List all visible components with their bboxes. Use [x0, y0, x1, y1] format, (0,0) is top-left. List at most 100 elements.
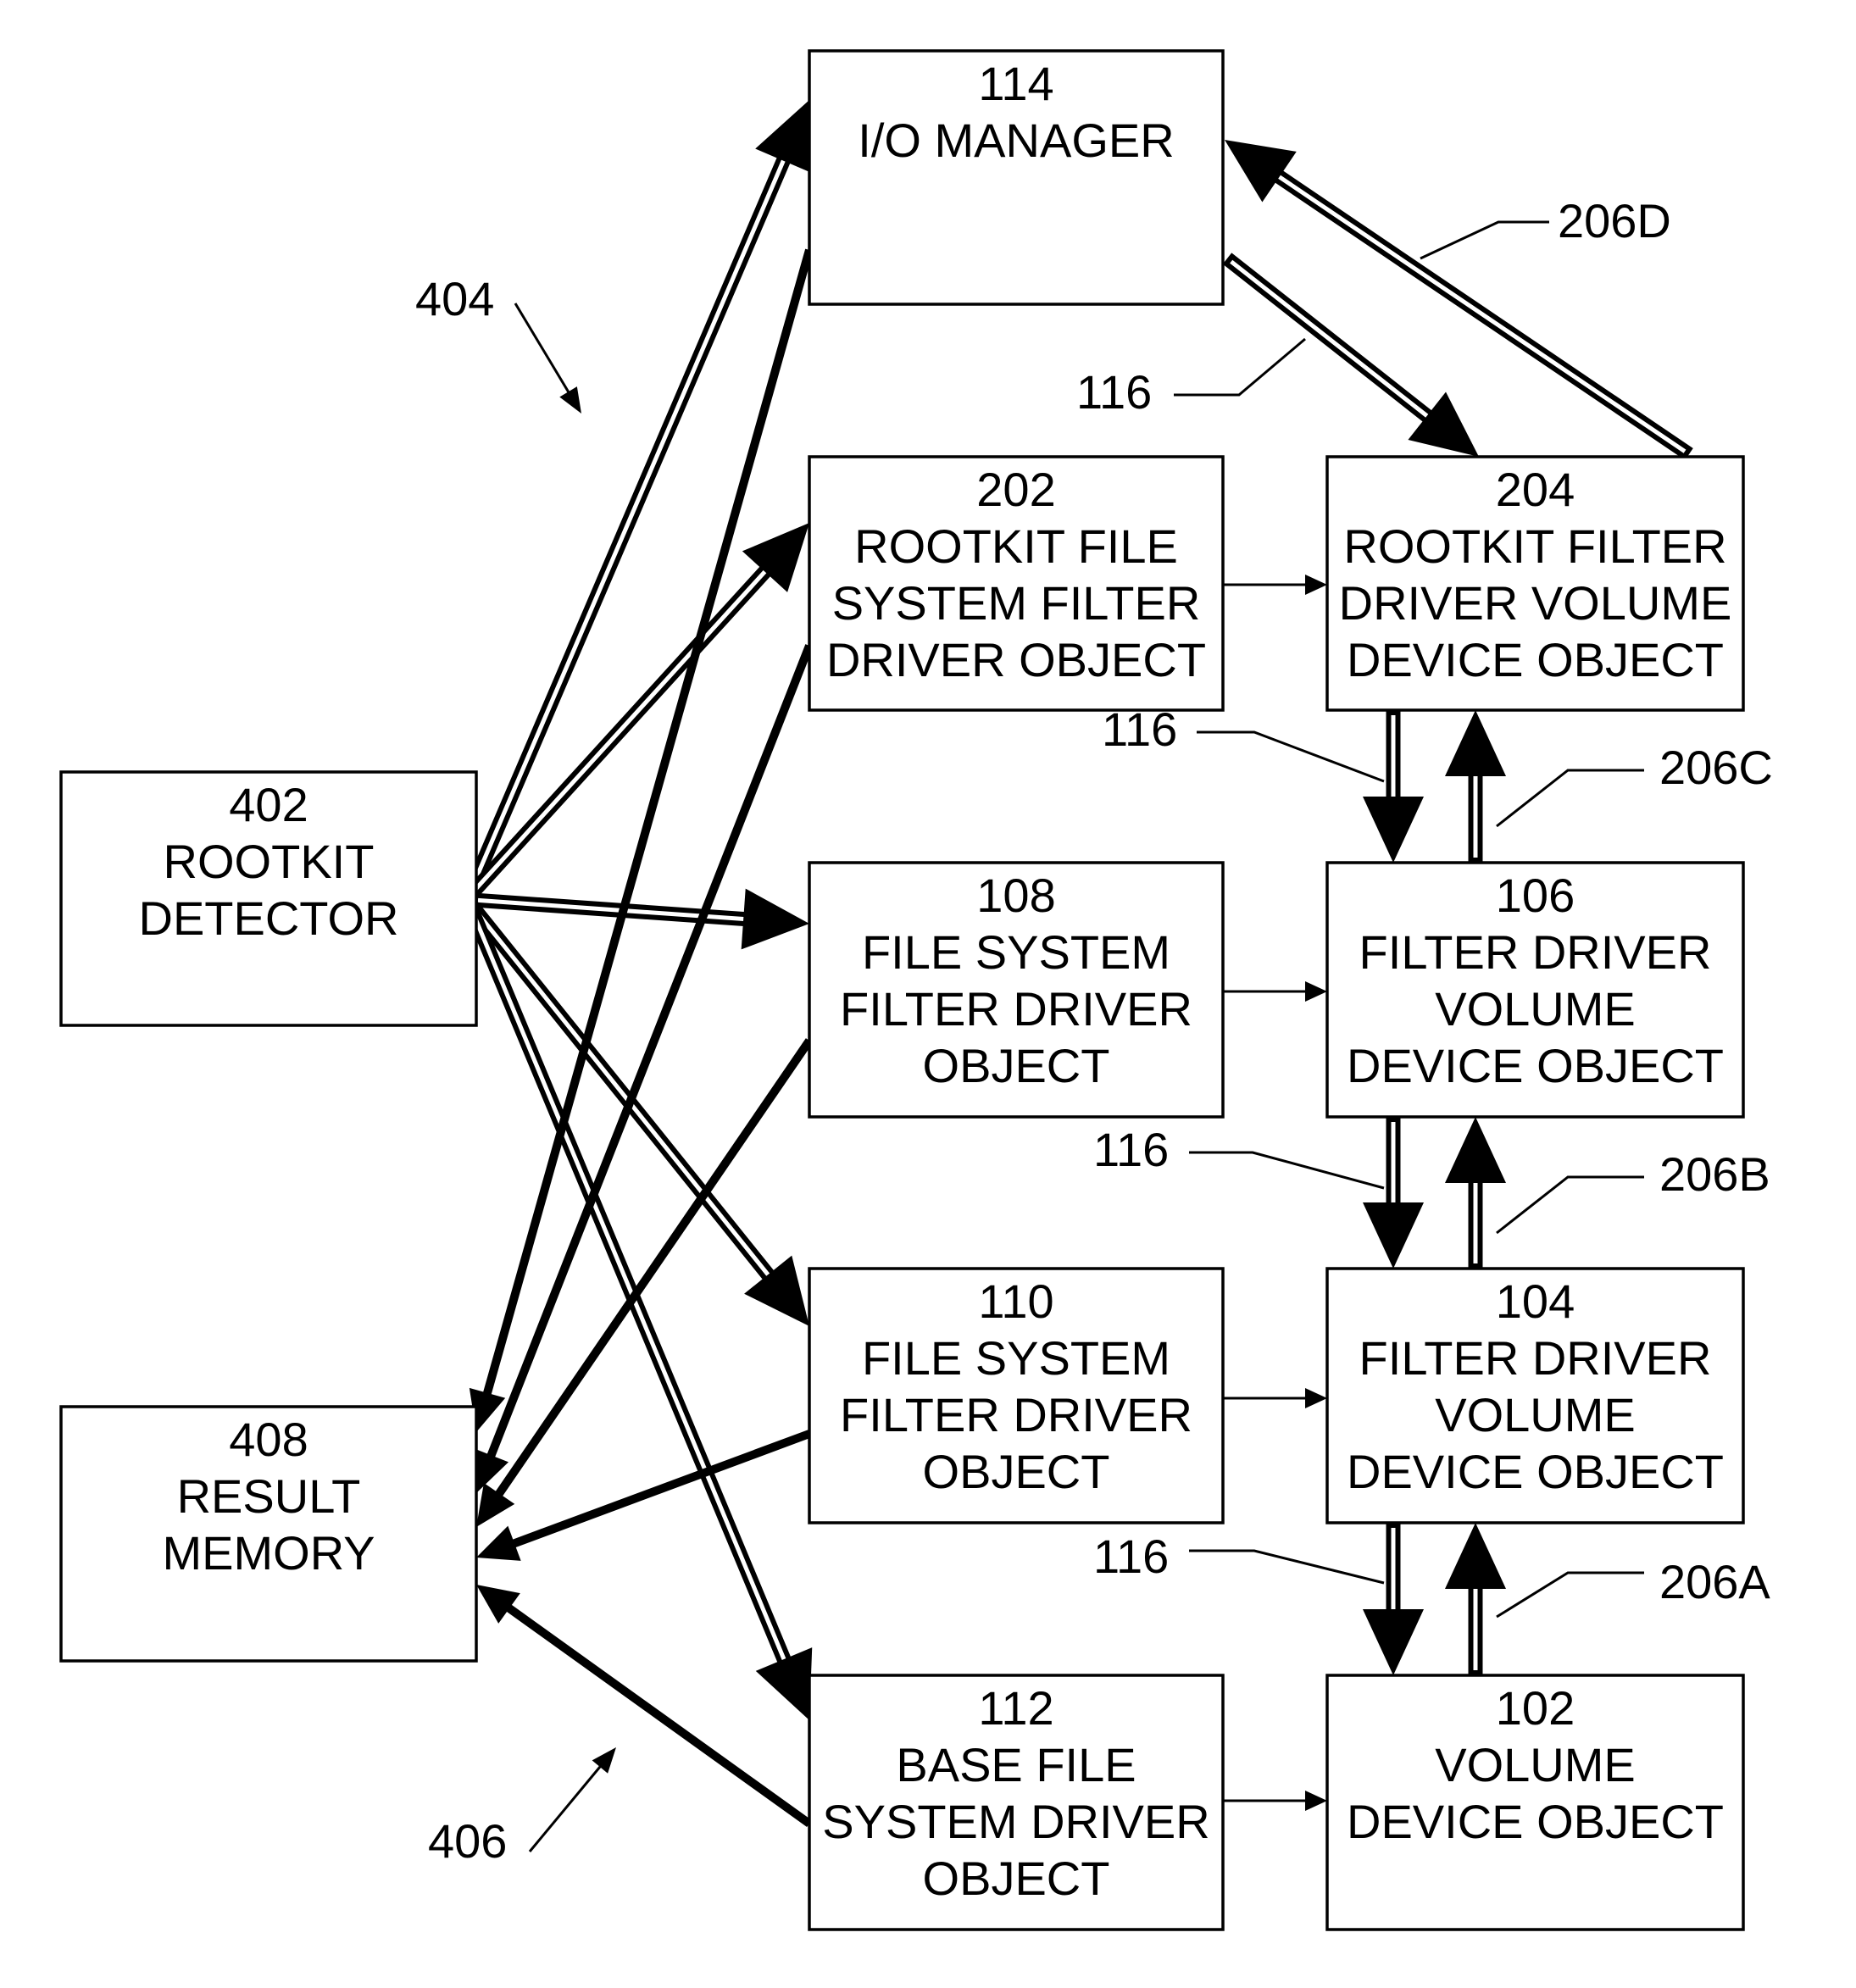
box-108-label-line: FILE SYSTEM — [862, 925, 1170, 979]
ref-116-c-callout: 116 — [1102, 702, 1385, 783]
box-104-number: 104 — [1496, 1274, 1575, 1328]
return-arrow-102-104-arrowhead — [1445, 1523, 1506, 1589]
box-202: 202ROOTKIT FILESYSTEM FILTERDRIVER OBJEC… — [808, 455, 1225, 712]
query-arrow-to-108 — [472, 888, 809, 950]
ref-206a-leader-line — [1496, 1571, 1644, 1619]
box-402: 402ROOTKITDETECTOR — [59, 770, 478, 1027]
irp-arrow-106-104 — [1363, 1117, 1424, 1269]
result-arrow-from-112 — [476, 1585, 812, 1828]
ref-206a-callout: 206A — [1496, 1555, 1770, 1619]
link-202-204 — [1223, 575, 1327, 595]
box-112-label-line: SYSTEM DRIVER — [822, 1795, 1209, 1848]
ref-116-a-text: 116 — [1093, 1530, 1169, 1583]
box-102: 102VOLUMEDEVICE OBJECT — [1325, 1674, 1745, 1931]
ref-406-callout: 406 — [428, 1747, 616, 1868]
link-110-104-arrowhead — [1305, 1388, 1327, 1408]
query-arrow-to-108-arrowhead — [741, 888, 809, 950]
link-110-104 — [1223, 1388, 1327, 1408]
ref-206b-leader-line — [1496, 1175, 1644, 1235]
return-arrow-102-104 — [1445, 1523, 1506, 1675]
box-102-label-line: DEVICE OBJECT — [1347, 1795, 1724, 1848]
query-arrow-to-110-shaft-gap — [472, 908, 780, 1288]
box-114: 114I/O MANAGER — [808, 49, 1225, 306]
box-112-number: 112 — [978, 1681, 1053, 1735]
box-408-label-line: RESULT — [177, 1469, 361, 1523]
result-arrow-from-110-shaft — [506, 1430, 811, 1550]
query-arrow-to-114-shaft-gap — [471, 146, 792, 886]
box-402-label-line: DETECTOR — [139, 891, 399, 945]
box-110-label-line: FILE SYSTEM — [862, 1331, 1170, 1385]
irp-arrow-106-104-arrowhead — [1363, 1202, 1424, 1269]
box-108-number: 108 — [976, 869, 1055, 922]
link-108-106 — [1223, 981, 1327, 1002]
return-arrow-204-114-arrowhead — [1225, 140, 1297, 203]
link-108-106-arrowhead — [1305, 981, 1327, 1002]
query-arrow-to-112 — [464, 905, 813, 1720]
box-112: 112BASE FILESYSTEM DRIVEROBJECT — [808, 1674, 1225, 1931]
return-arrow-106-204 — [1445, 710, 1506, 863]
irp-arrow-104-102 — [1363, 1523, 1424, 1675]
link-112-102-arrowhead — [1305, 1791, 1327, 1811]
result-arrow-from-108-arrowhead — [476, 1482, 515, 1527]
box-408-number: 408 — [229, 1413, 308, 1466]
box-104-label-line: FILTER DRIVER — [1359, 1331, 1712, 1385]
box-408: 408RESULTMEMORY — [59, 1405, 478, 1663]
box-402-number: 402 — [229, 778, 308, 831]
return-arrow-104-106-arrowhead — [1445, 1117, 1506, 1183]
box-110-label-line: FILTER DRIVER — [840, 1388, 1192, 1441]
result-arrow-from-110-arrowhead — [476, 1525, 521, 1561]
ref-206d-text: 206D — [1558, 194, 1671, 247]
box-104-label-line: DEVICE OBJECT — [1347, 1445, 1724, 1498]
ref-116-a-callout: 116 — [1093, 1530, 1385, 1585]
box-102-label-line: VOLUME — [1435, 1738, 1636, 1791]
ref-116-top-callout: 116 — [1076, 337, 1306, 419]
box-202-number: 202 — [976, 463, 1055, 516]
box-108-label-line: FILTER DRIVER — [840, 982, 1192, 1036]
box-114-label-line: I/O MANAGER — [858, 114, 1174, 167]
ref-406-pointer-line — [528, 1758, 608, 1852]
ref-116-c-leader-line — [1197, 730, 1385, 783]
rootkit-detection-diagram: 114I/O MANAGER 202ROOTKIT FILESYSTEM FILT… — [59, 49, 1773, 1931]
box-108: 108FILE SYSTEMFILTER DRIVEROBJECT — [808, 861, 1225, 1119]
ref-206d-leader-line — [1420, 220, 1549, 260]
ref-116-b-leader-line — [1189, 1151, 1385, 1190]
irp-arrow-204-106 — [1363, 710, 1424, 863]
ref-116-top-leader-line — [1174, 337, 1306, 397]
ref-206c-leader-line — [1496, 769, 1644, 828]
box-202-label-line: ROOTKIT FILE — [854, 519, 1178, 573]
ref-116-b-callout: 116 — [1093, 1123, 1385, 1190]
ref-206c-text: 206C — [1659, 741, 1773, 794]
result-arrow-from-112-arrowhead — [476, 1585, 520, 1624]
ref-404-callout: 404 — [415, 272, 581, 414]
box-204-number: 204 — [1496, 463, 1575, 516]
box-104: 104FILTER DRIVERVOLUMEDEVICE OBJECT — [1325, 1267, 1745, 1524]
ref-406-pointer-arrowhead — [592, 1747, 616, 1774]
ref-206c-callout: 206C — [1496, 741, 1773, 828]
return-arrow-106-204-arrowhead — [1445, 710, 1506, 776]
box-106: 106FILTER DRIVERVOLUMEDEVICE OBJECT — [1325, 861, 1745, 1119]
box-408-label-line: MEMORY — [163, 1526, 375, 1580]
ref-206a-text: 206A — [1659, 1555, 1770, 1608]
irp-arrow-204-106-arrowhead — [1363, 797, 1424, 863]
box-110-number: 110 — [978, 1274, 1053, 1328]
irp-arrow-114-204-shaft-gap — [1230, 259, 1441, 427]
box-402-label-line: ROOTKIT — [164, 835, 375, 888]
box-102-number: 102 — [1496, 1681, 1575, 1735]
ref-406-text: 406 — [428, 1814, 507, 1868]
box-202-label-line: DRIVER OBJECT — [826, 633, 1206, 686]
box-112-label-line: OBJECT — [923, 1852, 1110, 1905]
ref-116-top-text: 116 — [1076, 365, 1152, 419]
box-108-label-line: OBJECT — [923, 1039, 1110, 1092]
irp-arrow-104-102-arrowhead — [1363, 1609, 1424, 1675]
return-arrow-204-114 — [1225, 140, 1693, 461]
link-202-204-arrowhead — [1305, 575, 1327, 595]
result-arrow-from-112-shaft — [501, 1601, 812, 1828]
ref-404-pointer-line — [514, 303, 575, 402]
ref-116-b-text: 116 — [1093, 1123, 1169, 1176]
box-106-label-line: VOLUME — [1435, 982, 1636, 1036]
box-114-number: 114 — [978, 57, 1053, 110]
ref-206b-callout: 206B — [1496, 1147, 1770, 1235]
ref-116-a-leader-line — [1189, 1549, 1385, 1585]
box-204-label-line: DRIVER VOLUME — [1339, 576, 1732, 630]
ref-116-c-text: 116 — [1102, 702, 1177, 756]
